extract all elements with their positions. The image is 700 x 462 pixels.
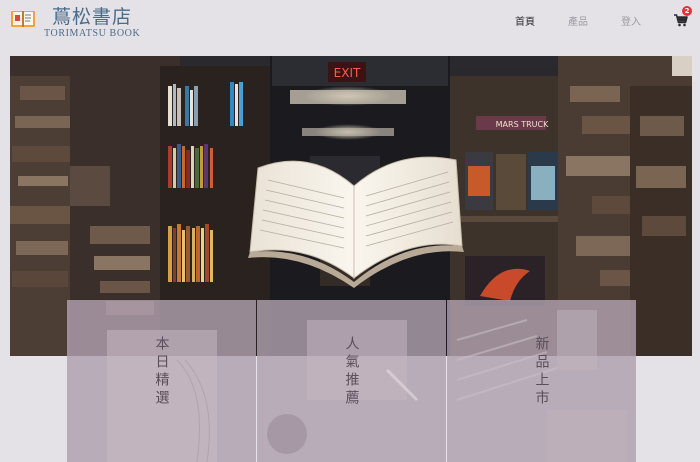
exit-sign: EXIT xyxy=(334,66,361,80)
nav-products[interactable]: 產品 xyxy=(568,13,588,28)
nav-home[interactable]: 首頁 xyxy=(515,13,535,28)
category-card-new-arrivals[interactable]: 新品上市 xyxy=(447,300,636,462)
logo-icon[interactable] xyxy=(10,8,36,28)
brand-name[interactable]: 蔦松書店 xyxy=(52,2,132,29)
category-label: 新品上市 xyxy=(533,336,550,408)
header: 蔦松書店 TORIMATSU BOOK 首頁 產品 登入 2 xyxy=(0,0,700,56)
nav-login[interactable]: 登入 xyxy=(621,13,641,28)
main-nav: 首頁 產品 登入 2 xyxy=(482,6,692,28)
category-card-daily-picks[interactable]: 本日精選 xyxy=(67,300,256,462)
category-card-popular[interactable]: 人氣推薦 xyxy=(257,300,446,462)
shelf-sign: MARS TRUCK xyxy=(496,120,549,129)
brand-subtitle: TORIMATSU BOOK xyxy=(44,28,141,39)
category-cards: 本日精選 人氣推薦 新品上市 xyxy=(67,300,637,462)
cart-count-badge: 2 xyxy=(682,6,692,16)
category-label: 本日精選 xyxy=(153,336,170,408)
category-label: 人氣推薦 xyxy=(343,336,360,408)
cart-button[interactable]: 2 xyxy=(674,6,692,28)
